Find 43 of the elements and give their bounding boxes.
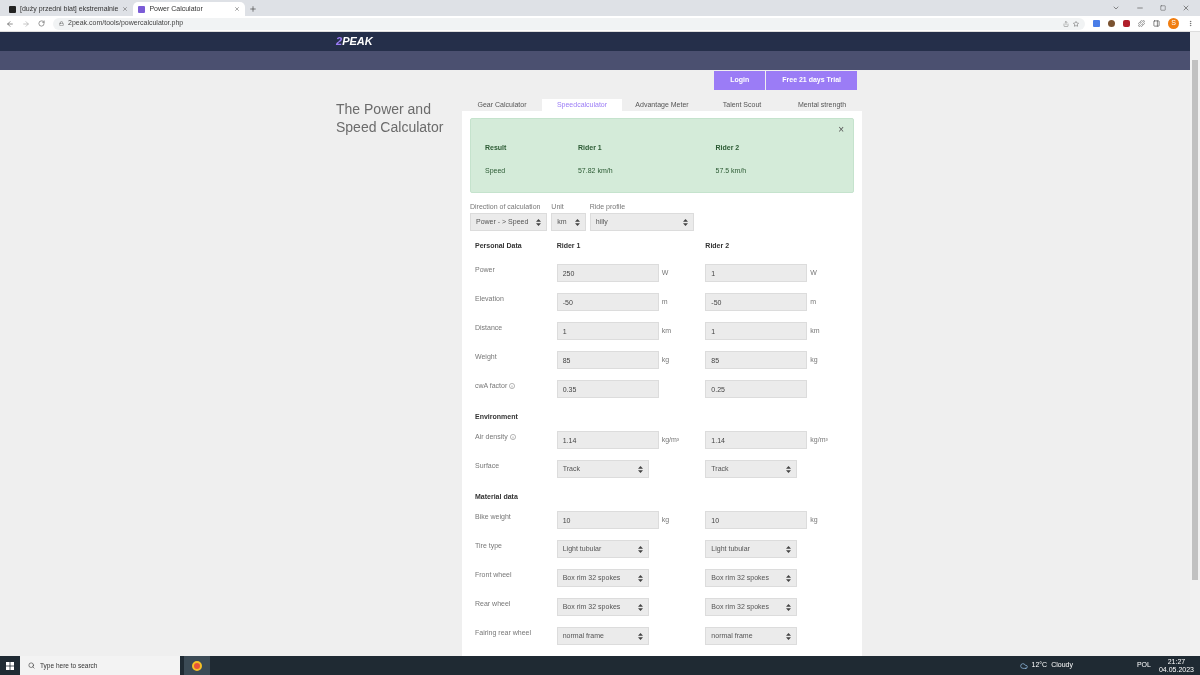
lock-icon — [59, 21, 64, 26]
select-arrows-icon — [637, 465, 643, 473]
start-icon[interactable] — [6, 661, 14, 670]
info-icon — [509, 383, 516, 390]
select-arrows-icon — [536, 218, 542, 226]
restore-icon[interactable] — [1160, 5, 1166, 11]
side-panel-icon[interactable] — [1153, 20, 1160, 27]
favicon-icon — [138, 5, 146, 13]
search-icon — [28, 662, 35, 669]
select-arrows-icon — [637, 632, 643, 640]
back-icon[interactable] — [6, 19, 14, 28]
page-title: The Power and Speed Calculator — [336, 100, 445, 136]
shield-icon[interactable] — [1123, 20, 1130, 27]
extension-icon[interactable] — [1108, 20, 1115, 27]
select-arrows-icon — [637, 545, 643, 553]
close-button[interactable]: × — [838, 124, 844, 135]
select-arrows-icon — [786, 465, 792, 473]
tab-search-icon[interactable] — [1112, 4, 1120, 12]
forward-icon[interactable] — [22, 19, 30, 28]
browser-icon — [192, 660, 202, 671]
logo[interactable]: 2PEAK — [336, 36, 373, 47]
minimize-icon[interactable] — [1136, 4, 1144, 12]
select-arrows-icon — [786, 632, 792, 640]
extensions-icon[interactable] — [1138, 20, 1145, 27]
share-icon[interactable] — [1063, 20, 1069, 27]
close-icon[interactable] — [122, 6, 129, 12]
close-icon[interactable] — [234, 6, 241, 12]
select-arrows-icon — [786, 603, 792, 611]
select-arrows-icon — [786, 574, 792, 582]
taskbar-app[interactable] — [184, 656, 210, 675]
favicon-icon — [9, 5, 16, 13]
info-icon — [509, 434, 516, 441]
select-arrows-icon — [637, 574, 643, 582]
close-icon[interactable] — [1182, 4, 1190, 12]
translate-icon[interactable] — [1093, 20, 1100, 27]
cloud-icon — [1019, 661, 1028, 670]
select-arrows-icon — [786, 545, 792, 553]
bookmark-icon[interactable] — [1073, 20, 1079, 27]
new-tab-icon[interactable] — [249, 5, 258, 13]
reload-icon[interactable] — [38, 20, 45, 27]
select-arrows-icon — [682, 218, 688, 226]
select-arrows-icon — [574, 218, 580, 226]
select-arrows-icon — [637, 603, 643, 611]
